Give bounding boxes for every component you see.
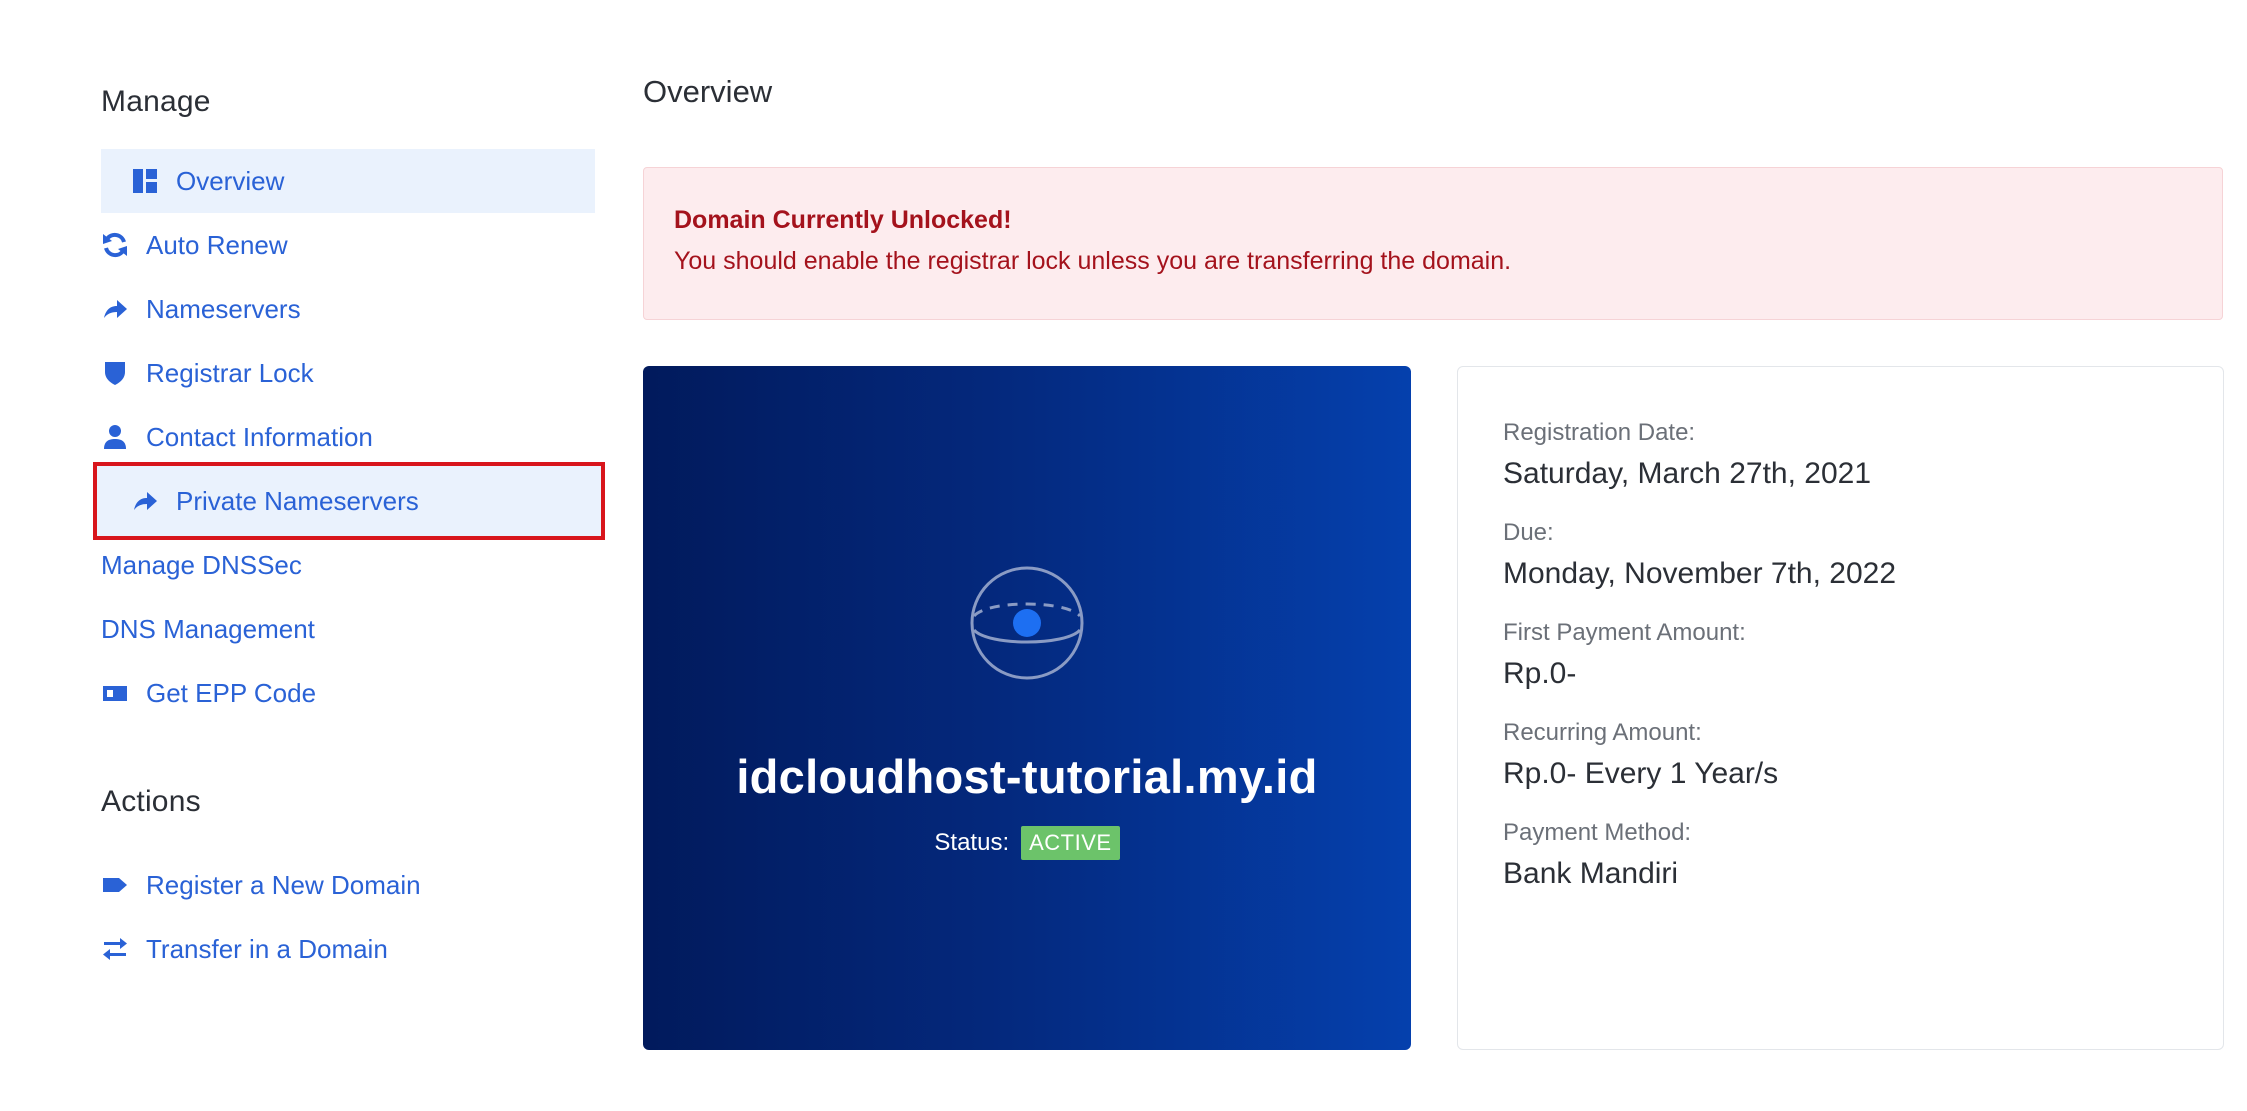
share-arrow-icon: [101, 295, 129, 323]
sidebar-item-label: Manage DNSSec: [101, 549, 302, 580]
sidebar-item-label: Registrar Lock: [146, 357, 314, 388]
domain-name: idcloudhost-tutorial.my.id: [736, 750, 1318, 803]
domain-status: Status: ACTIVE: [643, 826, 1411, 860]
sidebar-item-overview[interactable]: Overview: [101, 149, 595, 213]
info-value: Rp.0- Every 1 Year/s: [1503, 757, 1779, 790]
unlocked-alert: Domain Currently Unlocked! You should en…: [643, 167, 2223, 320]
info-label: First Payment Amount:: [1503, 619, 1746, 646]
tag-icon: [101, 871, 129, 899]
sidebar-item-transfer-domain[interactable]: Transfer in a Domain: [101, 917, 388, 981]
payment-method: Payment Method: Bank Mandiri: [1503, 819, 2178, 891]
sidebar-item-registrar-lock[interactable]: Registrar Lock: [101, 341, 314, 405]
sidebar-item-label: Contact Information: [146, 421, 373, 452]
alert-title: Domain Currently Unlocked!: [674, 206, 1012, 234]
domain-info-card: Registration Date: Saturday, March 27th,…: [1457, 366, 2224, 1050]
globe-icon: [970, 566, 1084, 680]
user-icon: [101, 423, 129, 451]
info-label: Due:: [1503, 519, 1554, 546]
info-value: Bank Mandiri: [1503, 857, 1679, 890]
actions-section-title: Actions: [101, 785, 201, 818]
sidebar-item-label: Nameservers: [146, 293, 301, 324]
sidebar-item-contact-information[interactable]: Contact Information: [101, 405, 373, 469]
dashboard-icon: [131, 167, 159, 195]
registration-date: Registration Date: Saturday, March 27th,…: [1503, 419, 2178, 491]
shield-icon: [101, 359, 129, 387]
sidebar-item-manage-dnssec[interactable]: Manage DNSSec: [101, 533, 302, 597]
info-label: Recurring Amount:: [1503, 719, 1702, 746]
sidebar-item-private-nameservers[interactable]: Private Nameservers: [93, 462, 605, 540]
sidebar-item-label: Private Nameservers: [176, 485, 419, 516]
sidebar-item-get-epp-code[interactable]: Get EPP Code: [101, 661, 316, 725]
sidebar-item-auto-renew[interactable]: Auto Renew: [101, 213, 288, 277]
info-value: Saturday, March 27th, 2021: [1503, 457, 1871, 490]
status-badge: ACTIVE: [1021, 826, 1120, 860]
sidebar-item-dns-management[interactable]: DNS Management: [101, 597, 315, 661]
refresh-icon: [101, 231, 129, 259]
info-label: Registration Date:: [1503, 419, 1696, 446]
sidebar-item-label: DNS Management: [101, 613, 315, 644]
sidebar-item-label: Get EPP Code: [146, 677, 317, 708]
manage-section-title: Manage: [101, 85, 211, 118]
sidebar-item-register-domain[interactable]: Register a New Domain: [101, 853, 421, 917]
first-payment-amount: First Payment Amount: Rp.0-: [1503, 619, 2178, 691]
sidebar-item-label: Register a New Domain: [146, 869, 421, 900]
exchange-icon: [101, 935, 129, 963]
alert-message: You should enable the registrar lock unl…: [674, 247, 1512, 275]
page-title: Overview: [643, 74, 773, 109]
info-value: Monday, November 7th, 2022: [1503, 557, 1897, 590]
sidebar-item-label: Overview: [176, 165, 285, 196]
share-arrow-icon: [131, 487, 159, 515]
info-value: Rp.0-: [1503, 657, 1577, 690]
sidebar-item-label: Auto Renew: [146, 229, 288, 260]
id-card-icon: [101, 679, 129, 707]
status-label: Status:: [934, 829, 1010, 856]
domain-card: idcloudhost-tutorial.my.id Status: ACTIV…: [643, 366, 1411, 1050]
info-label: Payment Method:: [1503, 819, 1692, 846]
sidebar-item-label: Transfer in a Domain: [146, 933, 388, 964]
recurring-amount: Recurring Amount: Rp.0- Every 1 Year/s: [1503, 719, 2178, 791]
due-date: Due: Monday, November 7th, 2022: [1503, 519, 2178, 591]
sidebar-item-nameservers[interactable]: Nameservers: [101, 277, 301, 341]
